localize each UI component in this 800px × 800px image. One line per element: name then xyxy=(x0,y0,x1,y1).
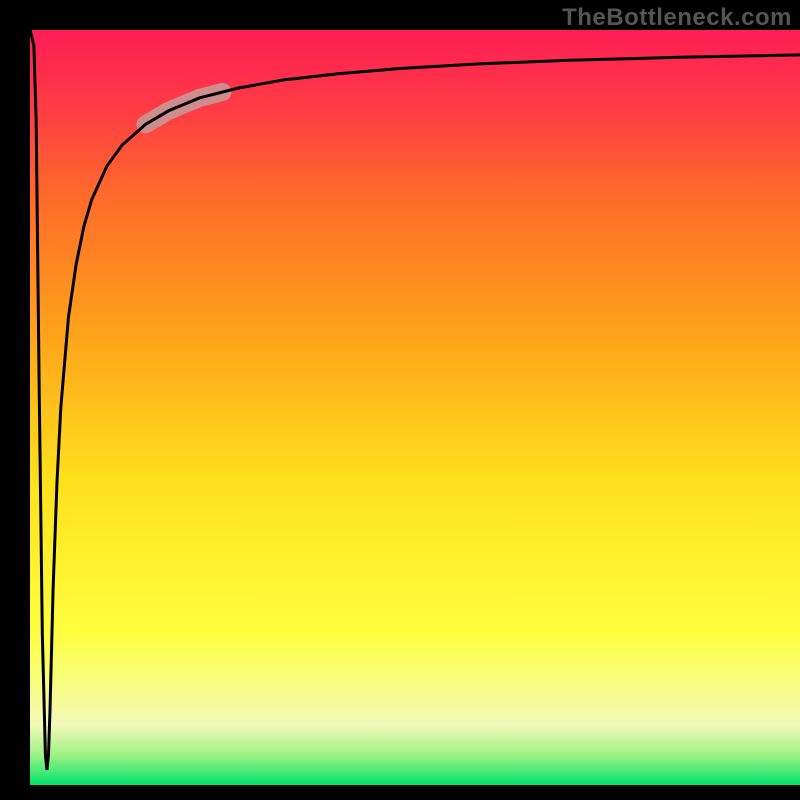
watermark-text: TheBottleneck.com xyxy=(562,4,792,32)
chart-frame: TheBottleneck.com xyxy=(0,0,800,800)
plot-area xyxy=(30,30,800,785)
plot-svg xyxy=(30,30,800,785)
gradient-rect xyxy=(30,30,800,785)
